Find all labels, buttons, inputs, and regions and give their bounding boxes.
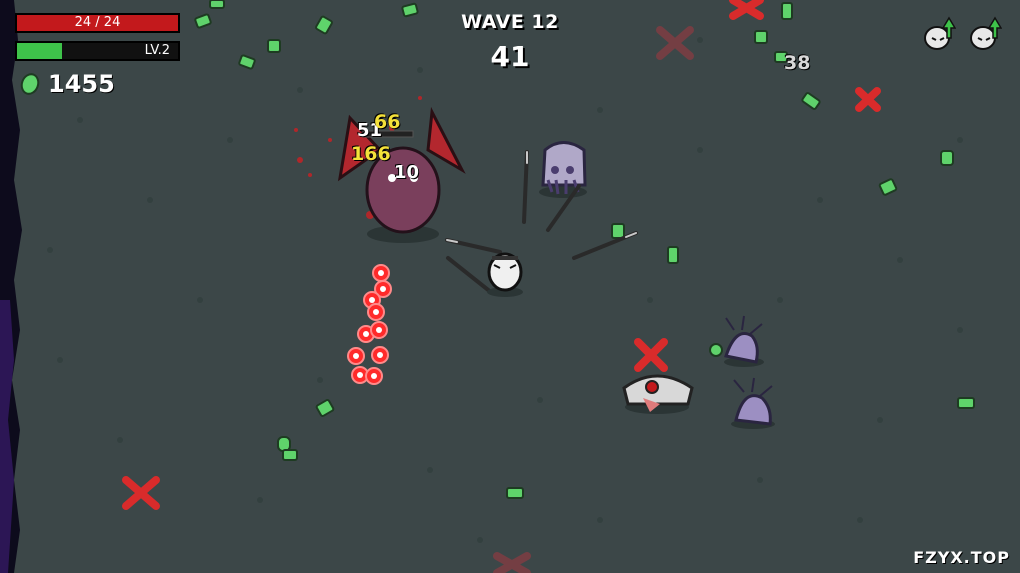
slug-enemy bbox=[724, 315, 764, 367]
enemy-projectiles bbox=[347, 264, 392, 385]
damage-number: 10 bbox=[394, 162, 420, 183]
watermark: FZYX.TOP bbox=[913, 548, 1010, 567]
wave-title: WAVE 12 bbox=[461, 11, 559, 33]
damage-number: 166 bbox=[351, 143, 391, 165]
materials-counter: 1455 bbox=[20, 70, 115, 98]
helmet-enemy bbox=[622, 374, 694, 414]
material-drops bbox=[194, 0, 975, 499]
weapons bbox=[445, 150, 638, 295]
damage-number: 66 bbox=[374, 111, 401, 133]
materials-count: 1455 bbox=[48, 70, 115, 98]
player-character bbox=[487, 252, 523, 297]
damage-number: 38 bbox=[784, 52, 811, 74]
wave-timer: 41 bbox=[490, 40, 530, 73]
material-icon bbox=[20, 73, 40, 95]
slug-enemy bbox=[731, 377, 775, 429]
game-viewport: 24 / 24 LV.2 1455 WAVE 12 41 51 66 166 1… bbox=[0, 0, 1020, 573]
weapon-tips bbox=[446, 151, 637, 243]
arena bbox=[0, 0, 975, 573]
level-up-icon bbox=[924, 16, 956, 50]
cultist-enemy bbox=[539, 141, 587, 198]
level-up-icon bbox=[970, 16, 1002, 50]
